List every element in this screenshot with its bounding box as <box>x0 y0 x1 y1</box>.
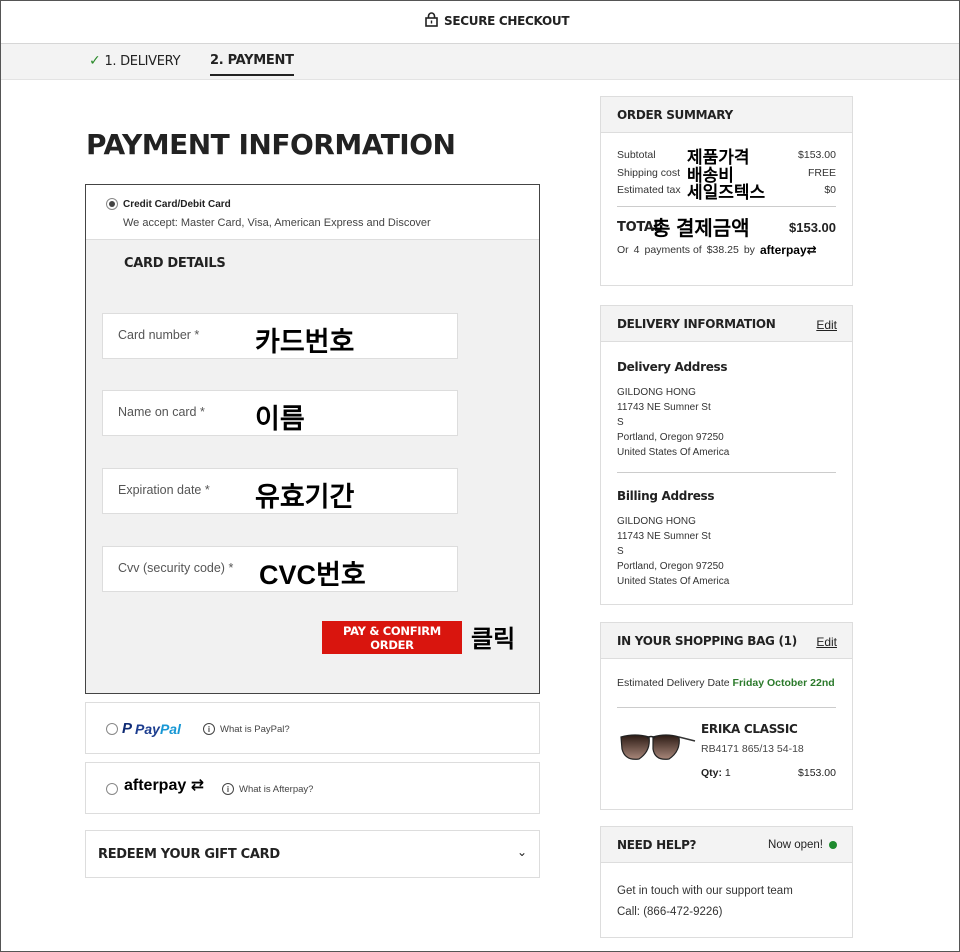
estimated-delivery: Estimated Delivery Date Friday October 2… <box>617 677 835 689</box>
paypal-option[interactable]: P PayPal i What is PayPal? <box>85 702 540 754</box>
subtotal-row: Subtotal 제품가격 $153.00 <box>617 148 836 167</box>
support-text: Get in touch with our support team <box>617 885 793 897</box>
need-help-panel: NEED HELP? Now open! Get in touch with o… <box>600 826 853 938</box>
annotation-name: 이름 <box>255 404 305 434</box>
status-dot-icon <box>829 841 837 849</box>
delivery-address: GILDONG HONG 11743 NE Sumner St S Portla… <box>617 387 730 458</box>
delivery-information-title: DELIVERY INFORMATION <box>617 317 776 331</box>
shopping-bag-panel: IN YOUR SHOPPING BAG (1) Edit Estimated … <box>600 622 853 810</box>
annotation-click: 클릭 <box>471 626 516 653</box>
name-on-card-field[interactable]: Name on card * 이름 <box>102 390 458 436</box>
product-price: $153.00 <box>798 767 836 779</box>
tax-row: Estimated tax 세일즈텍스 $0 <box>617 183 836 202</box>
product-quantity: Qty: 1 <box>701 767 731 779</box>
credit-card-option[interactable]: Credit Card/Debit Card We accept: Master… <box>86 185 539 240</box>
page-title: PAYMENT INFORMATION <box>86 128 456 161</box>
edit-bag-link[interactable]: Edit <box>816 635 837 649</box>
afterpay-option[interactable]: afterpay ⇄ i What is Afterpay? <box>85 762 540 814</box>
expiration-date-field[interactable]: Expiration date * 유효기간 <box>102 468 458 514</box>
afterpay-radio[interactable] <box>106 783 118 795</box>
billing-address-title: Billing Address <box>617 489 715 503</box>
billing-address: GILDONG HONG 11743 NE Sumner St S Portla… <box>617 516 730 587</box>
credit-card-section: Credit Card/Debit Card We accept: Master… <box>85 184 540 694</box>
step-delivery[interactable]: ✓ 1. DELIVERY <box>89 53 181 69</box>
divider <box>617 472 836 473</box>
cvv-field[interactable]: Cvv (security code) * CVC번호 <box>102 546 458 592</box>
annotation-expiration: 유효기간 <box>255 482 355 512</box>
top-bar: SECURE CHECKOUT <box>1 1 959 44</box>
order-summary-title: ORDER SUMMARY <box>617 108 733 122</box>
afterpay-logo: afterpay ⇄ <box>124 777 205 794</box>
status-badge: Now open! <box>768 839 837 851</box>
divider <box>617 707 836 708</box>
accepted-cards-text: We accept: Master Card, Visa, American E… <box>123 217 431 229</box>
redeem-gift-card-toggle[interactable]: REDEEM YOUR GIFT CARD ⌄ <box>85 830 540 878</box>
divider <box>617 206 836 207</box>
afterpay-arrows-icon: ⇄ <box>186 777 205 794</box>
checkout-steps: ✓ 1. DELIVERY 2. PAYMENT <box>1 44 959 80</box>
annotation-total: 총 결제금액 <box>652 218 750 240</box>
step-payment[interactable]: 2. PAYMENT <box>210 53 294 76</box>
what-is-afterpay-link[interactable]: i What is Afterpay? <box>222 783 313 795</box>
delivery-information-panel: DELIVERY INFORMATION Edit Delivery Addre… <box>600 305 853 605</box>
annotation-card-number: 카드번호 <box>255 327 355 357</box>
order-summary-panel: ORDER SUMMARY Subtotal 제품가격 $153.00 Ship… <box>600 96 853 286</box>
afterpay-logo-small: afterpay⇄ <box>759 243 817 257</box>
delivery-address-title: Delivery Address <box>617 360 728 374</box>
checkmark-icon: ✓ <box>89 53 101 69</box>
annotation-tax: 세일즈텍스 <box>687 183 766 202</box>
card-number-field[interactable]: Card number * 카드번호 <box>102 313 458 359</box>
paypal-mark-icon: P <box>122 720 133 737</box>
edit-delivery-link[interactable]: Edit <box>816 318 837 332</box>
secure-checkout-title: SECURE CHECKOUT <box>425 12 570 30</box>
info-icon: i <box>222 783 234 795</box>
card-details-area: CARD DETAILS Card number * 카드번호 Name on … <box>86 240 539 693</box>
product-name: ERIKA CLASSIC <box>701 722 798 736</box>
credit-card-label: Credit Card/Debit Card <box>123 199 231 210</box>
credit-card-radio[interactable] <box>106 198 118 210</box>
shopping-bag-title: IN YOUR SHOPPING BAG (1) <box>617 634 797 648</box>
pay-confirm-order-button[interactable]: PAY & CONFIRM ORDER <box>322 621 462 654</box>
total-row: TOTAL 총 결제금액 $153.00 <box>617 218 836 240</box>
annotation-cvc: CVC번호 <box>259 560 366 590</box>
card-details-title: CARD DETAILS <box>124 256 226 271</box>
product-sku: RB4171 865/13 54-18 <box>701 743 804 755</box>
paypal-radio[interactable] <box>106 723 118 735</box>
info-icon: i <box>203 723 215 735</box>
afterpay-arrows-icon: ⇄ <box>806 243 817 257</box>
need-help-title: NEED HELP? <box>617 838 697 852</box>
chevron-down-icon: ⌄ <box>516 845 527 859</box>
paypal-logo: P PayPal <box>122 720 181 737</box>
sunglasses-image <box>619 731 697 772</box>
support-phone[interactable]: Call: (866-472-9226) <box>617 906 722 918</box>
what-is-paypal-link[interactable]: i What is PayPal? <box>203 723 290 735</box>
afterpay-installment-text: Or 4 payments of $38.25 by afterpay⇄ <box>617 243 817 257</box>
lock-icon <box>425 12 438 30</box>
